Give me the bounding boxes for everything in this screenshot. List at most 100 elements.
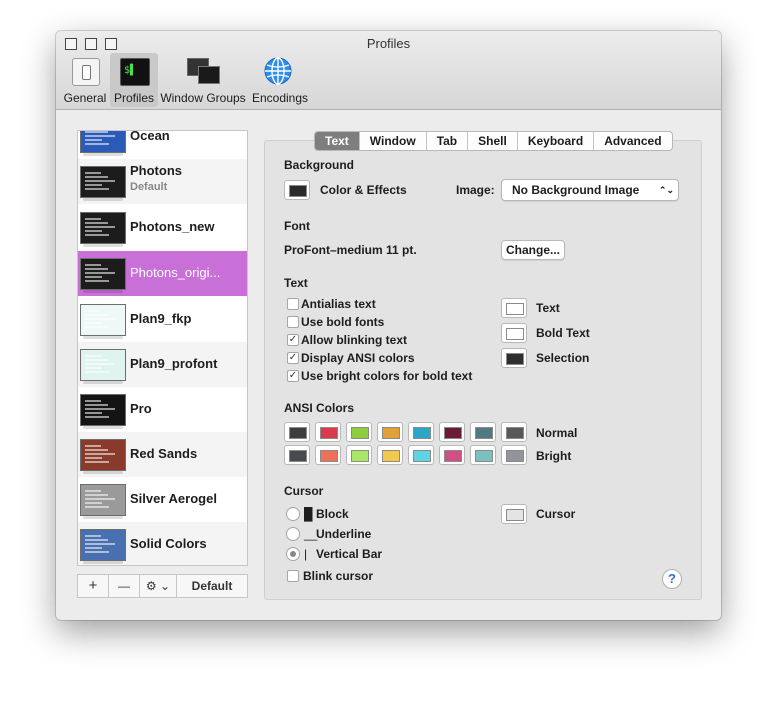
thumbnail-shadow bbox=[83, 244, 123, 247]
blink-cursor-checkbox[interactable] bbox=[287, 570, 299, 582]
text-option-checkbox[interactable]: ✓ bbox=[287, 352, 299, 364]
profile-name: Plan9_profont bbox=[130, 356, 218, 371]
ansi-normal-swatch[interactable] bbox=[439, 422, 465, 442]
profile-thumbnail bbox=[80, 258, 126, 290]
profile-row[interactable]: Photons_origi... bbox=[78, 251, 247, 296]
profile-name: Photons_new bbox=[130, 219, 215, 234]
change-font-button[interactable]: Change... bbox=[501, 240, 565, 260]
cursor-glyph: | bbox=[304, 547, 308, 561]
text-option-label: Display ANSI colors bbox=[301, 351, 415, 365]
background-color-swatch[interactable] bbox=[284, 180, 310, 200]
thumbnail-shadow bbox=[83, 198, 123, 201]
cursor-style-label: Vertical Bar bbox=[316, 547, 383, 561]
ansi-normal-swatch[interactable] bbox=[408, 422, 434, 442]
text-color-swatch[interactable] bbox=[501, 298, 527, 318]
ansi-bright-swatch[interactable] bbox=[346, 445, 372, 465]
toolbar: Profiles General $▌ Profiles Window Grou… bbox=[56, 31, 721, 110]
profile-name: Pro bbox=[130, 401, 152, 416]
thumbnail-shadow bbox=[83, 336, 123, 339]
tab-tab[interactable]: Tab bbox=[427, 132, 469, 150]
profile-thumbnail bbox=[80, 304, 126, 336]
text-option-label: Allow blinking text bbox=[301, 333, 408, 347]
ansi-normal-swatch[interactable] bbox=[284, 422, 310, 442]
ansi-bright-swatch[interactable] bbox=[408, 445, 434, 465]
blink-cursor-label: Blink cursor bbox=[303, 569, 374, 583]
tab-keyboard[interactable]: Keyboard bbox=[518, 132, 595, 150]
thumbnail-shadow bbox=[83, 290, 123, 293]
profile-row[interactable]: Solid Colors bbox=[78, 522, 247, 565]
image-label: Image: bbox=[456, 183, 495, 197]
text-heading: Text bbox=[284, 276, 308, 290]
help-button[interactable]: ? bbox=[662, 569, 682, 589]
font-heading: Font bbox=[284, 219, 310, 233]
tab-window[interactable]: Window bbox=[360, 132, 427, 150]
switch-icon bbox=[72, 58, 100, 86]
text-option-checkbox[interactable] bbox=[287, 316, 299, 328]
thumbnail-shadow bbox=[83, 381, 123, 384]
profile-row[interactable]: Plan9_fkp bbox=[78, 297, 247, 342]
profile-thumbnail bbox=[80, 212, 126, 244]
profile-thumbnail bbox=[80, 131, 126, 153]
cursor-style-radio[interactable] bbox=[286, 507, 300, 521]
toolbar-window-groups[interactable]: Window Groups bbox=[160, 53, 246, 107]
tab-text[interactable]: Text bbox=[315, 132, 360, 150]
toolbar-encodings[interactable]: Encodings bbox=[248, 53, 312, 107]
profile-row[interactable]: Pro bbox=[78, 387, 247, 432]
text-color-label: Text bbox=[536, 301, 560, 315]
toolbar-general[interactable]: General bbox=[60, 53, 110, 107]
ansi-normal-swatch[interactable] bbox=[470, 422, 496, 442]
profile-name: Silver Aerogel bbox=[130, 491, 217, 506]
cursor-color-swatch[interactable] bbox=[501, 504, 527, 524]
profile-row[interactable]: Silver Aerogel bbox=[78, 477, 247, 522]
profile-list: Ocean Photons Default Photons_new Photons_or… bbox=[77, 130, 248, 566]
color-effects-label: Color & Effects bbox=[320, 183, 407, 197]
text-option-checkbox[interactable]: ✓ bbox=[287, 334, 299, 346]
gear-menu-button[interactable]: ⚙ ⌄ bbox=[140, 575, 177, 597]
ansi-normal-swatch[interactable] bbox=[315, 422, 341, 442]
cursor-style-radio[interactable] bbox=[286, 527, 300, 541]
toolbar-profiles[interactable]: $▌ Profiles bbox=[110, 53, 158, 107]
ansi-bright-swatch[interactable] bbox=[284, 445, 310, 465]
profile-thumbnail bbox=[80, 166, 126, 198]
profile-list-toolbar: + — ⚙ ⌄ Default bbox=[77, 574, 248, 598]
set-default-button[interactable]: Default bbox=[177, 575, 247, 597]
ansi-bright-swatch[interactable] bbox=[501, 445, 527, 465]
text-option-checkbox[interactable]: ✓ bbox=[287, 370, 299, 382]
window-groups-icon bbox=[187, 58, 220, 84]
cursor-style-label: Underline bbox=[316, 527, 372, 541]
ansi-normal-swatch[interactable] bbox=[377, 422, 403, 442]
text-option-label: Use bold fonts bbox=[301, 315, 385, 329]
background-image-value: No Background Image bbox=[512, 183, 640, 197]
profile-name: Photons bbox=[130, 163, 182, 178]
remove-profile-button[interactable]: — bbox=[109, 575, 140, 597]
profile-thumbnail bbox=[80, 349, 126, 381]
text-option-checkbox[interactable] bbox=[287, 298, 299, 310]
ansi-bright-swatch[interactable] bbox=[377, 445, 403, 465]
ansi-normal-swatch[interactable] bbox=[501, 422, 527, 442]
chevron-updown-icon: ⌃⌄ bbox=[658, 185, 674, 195]
profile-row[interactable]: Plan9_profont bbox=[78, 342, 247, 387]
profile-row[interactable]: Photons_new bbox=[78, 205, 247, 250]
text-option-label: Use bright colors for bold text bbox=[301, 369, 473, 383]
tab-advanced[interactable]: Advanced bbox=[594, 132, 671, 150]
background-image-select[interactable]: No Background Image ⌃⌄ bbox=[501, 179, 679, 201]
text-color-label: Selection bbox=[536, 351, 590, 365]
profile-row[interactable]: Red Sands bbox=[78, 432, 247, 477]
settings-tabs: Text Window Tab Shell Keyboard Advanced bbox=[314, 131, 673, 151]
text-color-swatch[interactable] bbox=[501, 323, 527, 343]
globe-icon bbox=[264, 57, 292, 85]
text-option-label: Antialias text bbox=[301, 297, 376, 311]
ansi-normal-swatch[interactable] bbox=[346, 422, 372, 442]
profile-row[interactable]: Ocean bbox=[78, 130, 247, 159]
add-profile-button[interactable]: + bbox=[78, 575, 109, 597]
ansi-bright-swatch[interactable] bbox=[439, 445, 465, 465]
ansi-bright-swatch[interactable] bbox=[470, 445, 496, 465]
text-color-swatch[interactable] bbox=[501, 348, 527, 368]
ansi-normal-label: Normal bbox=[536, 426, 578, 440]
profile-name: Ocean bbox=[130, 130, 170, 143]
ansi-colors-heading: ANSI Colors bbox=[284, 401, 355, 415]
tab-shell[interactable]: Shell bbox=[468, 132, 518, 150]
cursor-style-radio[interactable] bbox=[286, 547, 300, 561]
ansi-bright-swatch[interactable] bbox=[315, 445, 341, 465]
profile-row[interactable]: Photons Default bbox=[78, 159, 247, 204]
